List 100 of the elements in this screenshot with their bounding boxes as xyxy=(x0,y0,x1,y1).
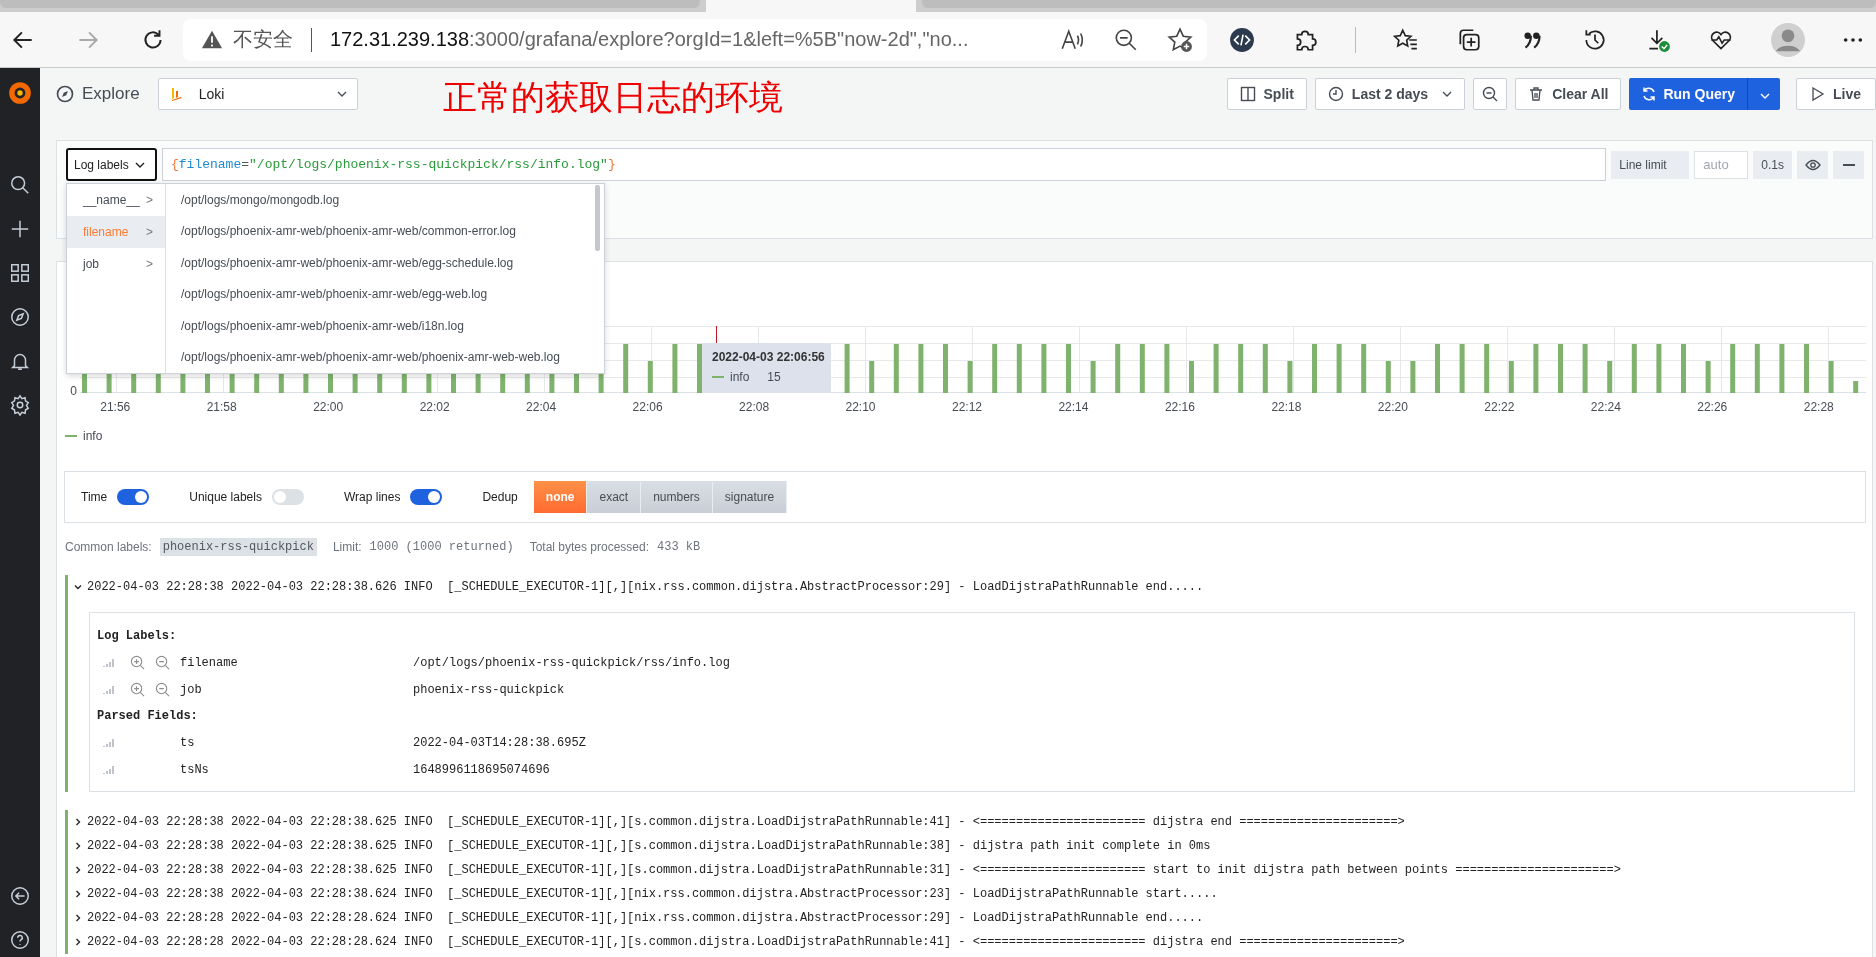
chevron-right-icon[interactable] xyxy=(74,890,82,898)
meta-label: Total bytes processed: xyxy=(529,540,650,554)
search-icon[interactable] xyxy=(9,174,31,196)
axis-tick-label: 21:58 xyxy=(205,400,238,414)
chevron-down-icon xyxy=(134,161,145,168)
log-line[interactable]: 2022-04-03 22:28:38 2022-04-03 22:28:38.625 INFO [_SCHEDULE_EXECUTOR-1][,][s.common.dijstra.LoadDijstraPathRunnable:31] - <======================= start to init dijstra path between points ======================> xyxy=(87,863,1621,877)
split-button[interactable]: Split xyxy=(1226,78,1307,110)
field-value: 1648996118695074696 xyxy=(413,762,550,777)
label-value-item[interactable]: /opt/logs/phoenix-amr-web/phoenix-amr-web/i18n.log xyxy=(166,310,604,342)
cursor-line xyxy=(716,326,717,345)
label-menu-item[interactable]: filename > xyxy=(67,216,165,248)
play-icon xyxy=(1809,86,1825,102)
collections-icon[interactable] xyxy=(1456,26,1482,53)
log-line[interactable]: 2022-04-03 22:28:38 2022-04-03 22:28:38.625 INFO [_SCHEDULE_EXECUTOR-1][,][s.common.dijstra.LoadDijstraPathRunnable:41] - <======================= dijstra end ======================> xyxy=(87,815,1405,829)
axis-tick-label: 0 xyxy=(69,385,78,397)
toggle-label: Wrap lines xyxy=(343,490,401,504)
field-name: ts xyxy=(180,735,196,750)
dedup-option[interactable]: exact xyxy=(587,481,642,513)
plus-icon[interactable] xyxy=(9,218,31,240)
sign-out-icon[interactable] xyxy=(9,885,31,907)
datasource-picker[interactable]: Loki xyxy=(157,78,358,110)
axis-tick-label: 22:24 xyxy=(1589,400,1622,414)
remove-query-button[interactable] xyxy=(1833,150,1864,179)
address-bar[interactable]: 不安全 172.31.239.138:3000/grafana/explore?orgId=1&left=%5B"now-2d","no... xyxy=(183,18,1207,61)
compass-icon[interactable] xyxy=(9,306,31,328)
log-labels-button[interactable]: Log labels xyxy=(66,148,157,181)
label-tag: phoenix-rss-quickpick xyxy=(159,538,317,556)
query-field[interactable]: {filename="/opt/logs/phoenix-rss-quickpick/rss/info.log"} xyxy=(162,148,1607,181)
hide-query-button[interactable] xyxy=(1797,150,1828,179)
chevron-right-icon[interactable] xyxy=(74,866,82,874)
section-title: Log Labels: xyxy=(97,628,178,645)
dedup-option[interactable]: signature xyxy=(712,481,788,513)
legend-label[interactable]: info xyxy=(83,429,103,443)
chevron-right-icon[interactable] xyxy=(74,914,82,922)
scrollbar-thumb[interactable] xyxy=(595,185,600,251)
chevron-down-icon xyxy=(336,91,347,97)
grid-icon[interactable] xyxy=(9,262,31,284)
log-line[interactable]: 2022-04-03 22:28:28 2022-04-03 22:28:28.624 INFO [_SCHEDULE_EXECUTOR-1][,][nix.rss.common.dijstra.AbstractProcessor:29] - LoadDijstraPathRunnable end..... xyxy=(87,911,1204,925)
label-value-item[interactable]: /opt/logs/phoenix-amr-web/phoenix-amr-web/egg-schedule.log xyxy=(166,247,604,279)
chevron-right-icon[interactable] xyxy=(74,938,82,946)
clear-all-button[interactable]: Clear All xyxy=(1515,78,1622,110)
live-button[interactable]: Live xyxy=(1796,78,1876,110)
toggle-switch[interactable] xyxy=(117,489,150,505)
avatar-icon[interactable] xyxy=(1771,22,1805,57)
field-value: 2022-04-03T14:28:38.695Z xyxy=(413,735,586,750)
log-line[interactable]: 2022-04-03 22:28:38 2022-04-03 22:28:38.624 INFO [_SCHEDULE_EXECUTOR-1][,][nix.rss.common.dijstra.AbstractProcessor:23] - LoadDijstraPathRunnable start..... xyxy=(87,887,1218,901)
zoom-out-button[interactable] xyxy=(1473,78,1508,110)
toggle-switch[interactable] xyxy=(271,489,304,505)
dedup-label: Dedup xyxy=(482,490,518,504)
axis-tick-label: 22:10 xyxy=(844,400,877,414)
axis-tick-label: 22:28 xyxy=(1802,400,1835,414)
settings-icon[interactable] xyxy=(9,394,31,416)
line-limit-field[interactable]: auto xyxy=(1694,150,1749,179)
axis-tick-label: 22:04 xyxy=(525,400,558,414)
chevron-right-icon[interactable] xyxy=(74,818,82,826)
split-icon xyxy=(1239,86,1256,102)
field-name: filename xyxy=(180,655,239,670)
label-menu-item[interactable]: __name__ > xyxy=(67,184,165,216)
logo-icon[interactable] xyxy=(7,80,33,106)
log-line[interactable]: 2022-04-03 22:28:28 2022-04-03 22:28:28.624 INFO [_SCHEDULE_EXECUTOR-1][,][s.common.dijstra.LoadDijstraPathRunnable:41] - <======================= dijstra end ======================> xyxy=(87,935,1405,949)
zoom-in-icon[interactable] xyxy=(130,682,145,697)
trash-icon xyxy=(1528,86,1545,102)
minus-icon xyxy=(1842,163,1855,166)
axis-tick-label: 22:06 xyxy=(631,400,664,414)
zoom-out-icon[interactable] xyxy=(1113,26,1139,53)
query-time: 0.1s xyxy=(1753,150,1792,179)
chevron-down-icon xyxy=(1760,92,1770,99)
toggle-label: Unique labels xyxy=(189,490,262,504)
annotation-text: 正常的获取日志的环境 xyxy=(442,76,783,119)
chevron-right-icon[interactable] xyxy=(74,842,82,850)
more-icon[interactable] xyxy=(1842,36,1864,43)
compass-icon xyxy=(55,84,75,104)
zoom-out-icon xyxy=(1482,86,1499,102)
run-options-button[interactable] xyxy=(1747,78,1780,110)
code-icon[interactable] xyxy=(1229,26,1255,53)
meta-value: 1000 (1000 returned) xyxy=(369,540,514,554)
label-value-item[interactable]: /opt/logs/mongo/mongodb.log xyxy=(166,184,604,216)
log-line[interactable]: 2022-04-03 22:28:38 2022-04-03 22:28:38.626 INFO [_SCHEDULE_EXECUTOR-1][,][nix.rss.common.dijstra.AbstractProcessor:29] - LoadDijstraPathRunnable end..... xyxy=(87,580,1204,594)
label-menu-item[interactable]: job > xyxy=(67,248,165,280)
log-line[interactable]: 2022-04-03 22:28:38 2022-04-03 22:28:38.625 INFO [_SCHEDULE_EXECUTOR-1][,][s.common.dijstra.LoadDijstraPathRunnable:38] - dijstra path init complete in 0ms xyxy=(87,839,1211,853)
axis-tick-label: 22:26 xyxy=(1696,400,1729,414)
toggle-switch[interactable] xyxy=(410,489,443,505)
chevron-down-icon[interactable] xyxy=(74,583,82,591)
chevron-down-icon xyxy=(1442,91,1453,97)
axis-tick-label: 22:12 xyxy=(950,400,983,414)
run-query-button[interactable]: Run Query xyxy=(1629,78,1747,110)
label-value-item[interactable]: /opt/logs/phoenix-amr-web/phoenix-amr-web/common-error.log xyxy=(166,215,604,247)
help-icon[interactable] xyxy=(9,929,31,951)
line-limit-label: Line limit xyxy=(1611,150,1690,179)
clock-icon xyxy=(1327,86,1344,102)
favorite-add-icon[interactable] xyxy=(1167,26,1193,53)
axis-tick-label: 22:00 xyxy=(312,400,345,414)
section-title: Parsed Fields: xyxy=(97,708,199,725)
field-name: tsNs xyxy=(180,762,210,777)
label-value-item[interactable]: /opt/logs/phoenix-amr-web/phoenix-amr-web/egg-web.log xyxy=(166,278,604,310)
axis-tick-label: 22:08 xyxy=(738,400,771,414)
zoom-in-icon[interactable] xyxy=(130,655,145,670)
dedup-option[interactable]: numbers xyxy=(641,481,713,513)
time-range-picker[interactable]: Last 2 days xyxy=(1314,78,1466,110)
label-value-item[interactable]: /opt/logs/phoenix-amr-web/phoenix-amr-web/phoenix-amr-web-web.log xyxy=(166,341,604,373)
